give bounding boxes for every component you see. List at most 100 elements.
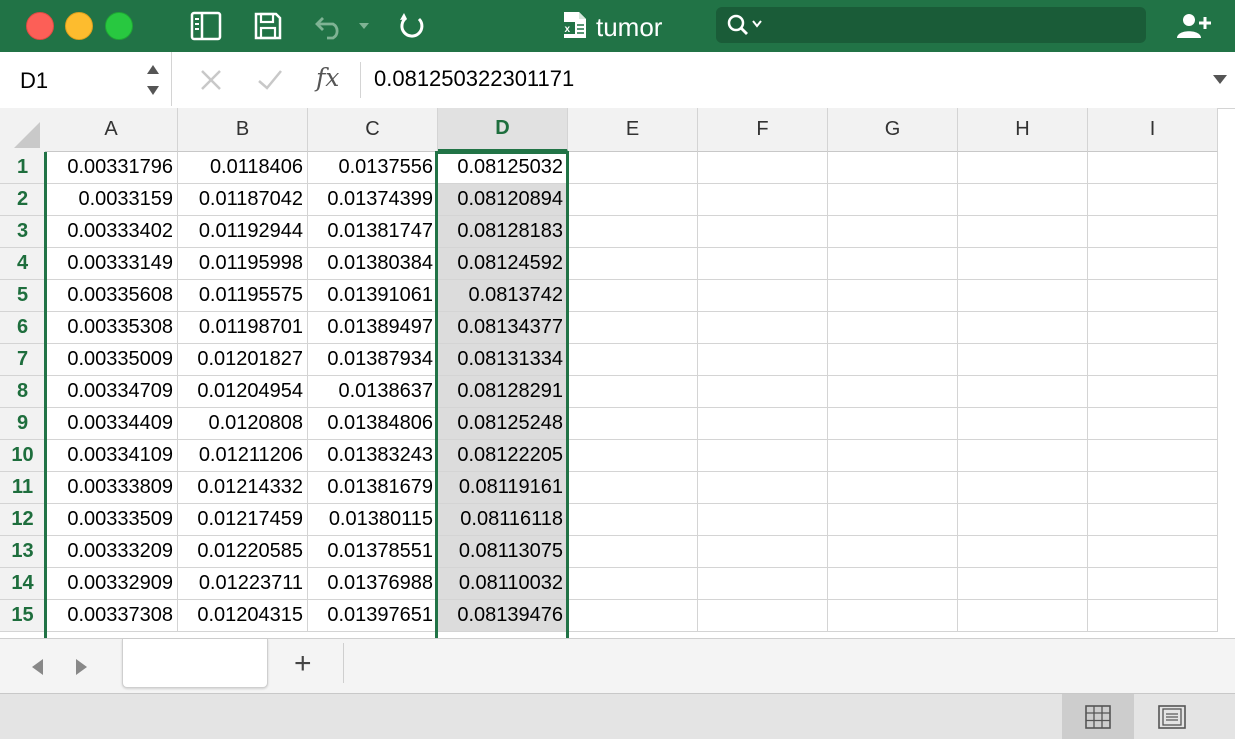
cell-f3[interactable] xyxy=(698,216,828,248)
cell-b15[interactable]: 0.01204315 xyxy=(178,600,308,632)
cell-b13[interactable]: 0.01220585 xyxy=(178,536,308,568)
cell-f8[interactable] xyxy=(698,376,828,408)
cell-b1[interactable]: 0.0118406 xyxy=(178,152,308,184)
cell-d11[interactable]: 0.08119161 xyxy=(438,472,568,504)
cell-a13[interactable]: 0.00333209 xyxy=(45,536,178,568)
cell-h10[interactable] xyxy=(958,440,1088,472)
cell-a2[interactable]: 0.0033159 xyxy=(45,184,178,216)
cell-c11[interactable]: 0.01381679 xyxy=(308,472,438,504)
cell-e4[interactable] xyxy=(568,248,698,280)
column-header-e[interactable]: E xyxy=(568,108,698,152)
cell-h2[interactable] xyxy=(958,184,1088,216)
cell-h11[interactable] xyxy=(958,472,1088,504)
cell-a12[interactable]: 0.00333509 xyxy=(45,504,178,536)
cell-h6[interactable] xyxy=(958,312,1088,344)
cell-a8[interactable]: 0.00334709 xyxy=(45,376,178,408)
row-header-13[interactable]: 13 xyxy=(0,536,45,568)
cell-c7[interactable]: 0.01387934 xyxy=(308,344,438,376)
page-layout-view-button[interactable] xyxy=(1136,694,1208,739)
cell-f15[interactable] xyxy=(698,600,828,632)
cell-h12[interactable] xyxy=(958,504,1088,536)
cell-a15[interactable]: 0.00337308 xyxy=(45,600,178,632)
cell-e1[interactable] xyxy=(568,152,698,184)
cell-c9[interactable]: 0.01384806 xyxy=(308,408,438,440)
cell-h4[interactable] xyxy=(958,248,1088,280)
column-header-h[interactable]: H xyxy=(958,108,1088,152)
cell-i14[interactable] xyxy=(1088,568,1218,600)
cell-c14[interactable]: 0.01376988 xyxy=(308,568,438,600)
column-header-b[interactable]: B xyxy=(178,108,308,152)
row-header-5[interactable]: 5 xyxy=(0,280,45,312)
search-box[interactable] xyxy=(716,7,1146,43)
cell-f6[interactable] xyxy=(698,312,828,344)
cell-e5[interactable] xyxy=(568,280,698,312)
cell-h14[interactable] xyxy=(958,568,1088,600)
cell-h13[interactable] xyxy=(958,536,1088,568)
cell-i9[interactable] xyxy=(1088,408,1218,440)
cell-i13[interactable] xyxy=(1088,536,1218,568)
cell-c3[interactable]: 0.01381747 xyxy=(308,216,438,248)
cell-f7[interactable] xyxy=(698,344,828,376)
cell-b14[interactable]: 0.01223711 xyxy=(178,568,308,600)
cell-a10[interactable]: 0.00334109 xyxy=(45,440,178,472)
row-header-10[interactable]: 10 xyxy=(0,440,45,472)
column-header-d[interactable]: D xyxy=(438,108,568,152)
cell-g8[interactable] xyxy=(828,376,958,408)
expand-formula-bar-icon[interactable] xyxy=(1212,72,1228,90)
cell-e3[interactable] xyxy=(568,216,698,248)
cell-d7[interactable]: 0.08131334 xyxy=(438,344,568,376)
cell-f9[interactable] xyxy=(698,408,828,440)
cell-h5[interactable] xyxy=(958,280,1088,312)
cell-f2[interactable] xyxy=(698,184,828,216)
cell-c13[interactable]: 0.01378551 xyxy=(308,536,438,568)
cell-d5[interactable]: 0.0813742 xyxy=(438,280,568,312)
cell-f11[interactable] xyxy=(698,472,828,504)
cell-b2[interactable]: 0.01187042 xyxy=(178,184,308,216)
cell-c15[interactable]: 0.01397651 xyxy=(308,600,438,632)
cell-i2[interactable] xyxy=(1088,184,1218,216)
cell-b6[interactable]: 0.01198701 xyxy=(178,312,308,344)
cell-g10[interactable] xyxy=(828,440,958,472)
cell-a4[interactable]: 0.00333149 xyxy=(45,248,178,280)
cell-e15[interactable] xyxy=(568,600,698,632)
column-header-g[interactable]: G xyxy=(828,108,958,152)
row-header-8[interactable]: 8 xyxy=(0,376,45,408)
cell-c1[interactable]: 0.0137556 xyxy=(308,152,438,184)
row-header-14[interactable]: 14 xyxy=(0,568,45,600)
cell-d3[interactable]: 0.08128183 xyxy=(438,216,568,248)
cell-b5[interactable]: 0.01195575 xyxy=(178,280,308,312)
insert-function-button[interactable]: fx xyxy=(316,63,339,92)
cell-i8[interactable] xyxy=(1088,376,1218,408)
column-header-i[interactable]: I xyxy=(1088,108,1218,152)
confirm-edit-icon[interactable] xyxy=(254,64,286,96)
cell-e7[interactable] xyxy=(568,344,698,376)
cell-i4[interactable] xyxy=(1088,248,1218,280)
cell-b4[interactable]: 0.01195998 xyxy=(178,248,308,280)
select-all-corner[interactable] xyxy=(0,108,46,153)
cell-f5[interactable] xyxy=(698,280,828,312)
cell-g2[interactable] xyxy=(828,184,958,216)
cell-h1[interactable] xyxy=(958,152,1088,184)
close-window-button[interactable] xyxy=(26,12,54,40)
column-header-c[interactable]: C xyxy=(308,108,438,152)
undo-dropdown-icon[interactable] xyxy=(354,10,374,42)
cell-h7[interactable] xyxy=(958,344,1088,376)
cell-b11[interactable]: 0.01214332 xyxy=(178,472,308,504)
cell-h3[interactable] xyxy=(958,216,1088,248)
cell-a1[interactable]: 0.00331796 xyxy=(45,152,178,184)
cell-g1[interactable] xyxy=(828,152,958,184)
cell-g7[interactable] xyxy=(828,344,958,376)
cell-f12[interactable] xyxy=(698,504,828,536)
cell-e9[interactable] xyxy=(568,408,698,440)
minimize-window-button[interactable] xyxy=(65,12,93,40)
save-icon[interactable] xyxy=(250,10,286,42)
cell-a7[interactable]: 0.00335009 xyxy=(45,344,178,376)
cell-g11[interactable] xyxy=(828,472,958,504)
cell-h15[interactable] xyxy=(958,600,1088,632)
column-header-a[interactable]: A xyxy=(45,108,178,152)
cell-g14[interactable] xyxy=(828,568,958,600)
cell-g6[interactable] xyxy=(828,312,958,344)
add-sheet-button[interactable]: + xyxy=(294,649,312,679)
cell-f1[interactable] xyxy=(698,152,828,184)
cell-d15[interactable]: 0.08139476 xyxy=(438,600,568,632)
